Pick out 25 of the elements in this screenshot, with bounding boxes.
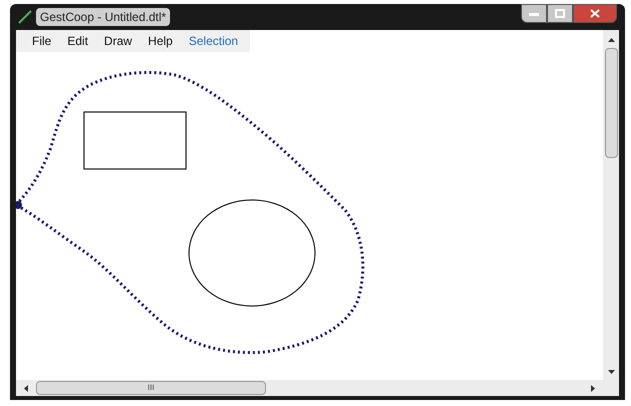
- menu-item[interactable]: Help: [140, 32, 181, 50]
- right-arrow-icon[interactable]: [591, 384, 595, 392]
- menu-item[interactable]: File: [24, 32, 60, 50]
- dotted-curve[interactable]: [16, 70, 364, 354]
- close-button[interactable]: [573, 4, 617, 23]
- minimize-icon: [529, 12, 539, 16]
- left-arrow-icon[interactable]: [24, 384, 28, 392]
- minimize-button[interactable]: [521, 4, 547, 23]
- up-arrow-icon[interactable]: [608, 38, 614, 42]
- vertical-scrollbar[interactable]: [603, 30, 619, 380]
- menu-item[interactable]: Selection: [180, 32, 246, 50]
- close-icon: [590, 9, 600, 18]
- maximize-button[interactable]: [547, 4, 573, 23]
- menu-item[interactable]: Draw: [96, 32, 140, 50]
- window-title: GestCoop - Untitled.dtl*: [36, 8, 170, 26]
- ellipse-shape[interactable]: [188, 200, 316, 306]
- down-arrow-icon[interactable]: [608, 370, 614, 374]
- horizontal-scrollbar[interactable]: III: [16, 380, 619, 396]
- scrollbar-thumb[interactable]: [604, 48, 618, 158]
- rectangle-shape[interactable]: [84, 112, 186, 170]
- app-icon: [18, 10, 32, 24]
- scrollbar-thumb[interactable]: III: [36, 381, 266, 395]
- menu-item[interactable]: Edit: [59, 32, 96, 50]
- maximize-icon: [555, 9, 565, 18]
- curve-endpoint: [16, 201, 22, 209]
